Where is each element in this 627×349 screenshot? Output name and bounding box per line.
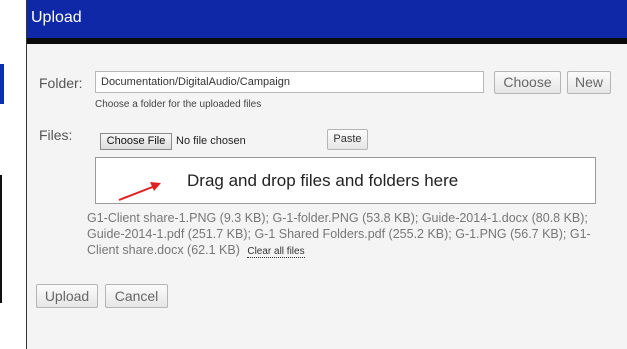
clear-all-files-link[interactable]: Clear all files [247, 246, 305, 258]
selected-files-list: G1-Client share-1.PNG (9.3 KB); G-1-fold… [87, 210, 607, 260]
folder-label: Folder: [39, 75, 83, 91]
files-label: Files: [39, 127, 73, 143]
dialog-title: Upload [27, 0, 627, 44]
red-arrow-icon [118, 182, 161, 201]
choose-file-button[interactable]: Choose File [100, 133, 172, 150]
drop-zone-text: Drag and drop files and folders here [187, 171, 459, 190]
folder-hint: Choose a folder for the uploaded files [95, 99, 262, 110]
upload-dialog: Upload Folder: Documentation/DigitalAudi… [26, 0, 627, 349]
folder-path-input[interactable]: Documentation/DigitalAudio/Campaign [95, 71, 484, 93]
upload-button[interactable]: Upload [36, 284, 98, 308]
cancel-button[interactable]: Cancel [105, 284, 168, 308]
background-page-edge [0, 0, 10, 349]
new-folder-button[interactable]: New [567, 71, 611, 94]
background-accent [0, 64, 4, 104]
selected-files-text: G1-Client share-1.PNG (9.3 KB); G-1-fold… [87, 211, 591, 257]
paste-button[interactable]: Paste [327, 129, 368, 150]
choose-folder-button[interactable]: Choose [494, 71, 561, 94]
no-file-chosen-text: No file chosen [176, 135, 246, 147]
background-divider [0, 175, 2, 303]
